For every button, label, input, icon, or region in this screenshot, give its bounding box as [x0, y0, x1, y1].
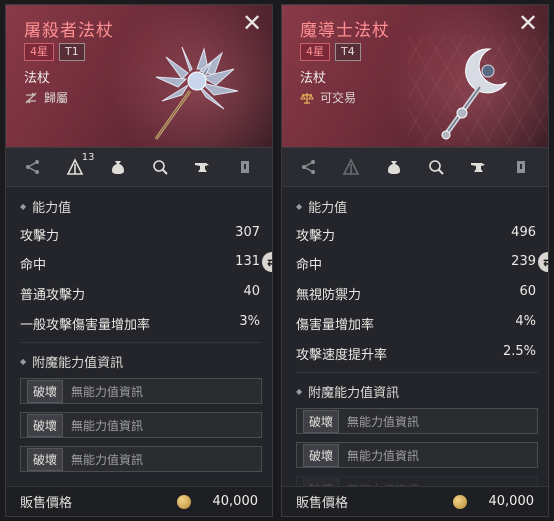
stat-row: 傷害量增加率 4%: [296, 314, 536, 333]
stat-row: 攻擊力 307: [20, 225, 260, 244]
stat-label: 攻擊力: [296, 229, 336, 244]
item-name: 屠殺者法杖: [24, 21, 114, 41]
coin-icon: [176, 494, 191, 509]
stat-value: 496: [511, 225, 536, 240]
trade-status: 歸屬: [24, 89, 68, 106]
enchant-text: 無能力值資訊: [71, 418, 144, 433]
scale-icon: [300, 92, 314, 104]
grade-badge: 4星: [300, 43, 330, 61]
stat-value: 60: [519, 284, 536, 299]
item-header: 屠殺者法杖 ✕ 4星 T1 法杖 歸屬: [6, 5, 272, 147]
enchant-tag: 破壞: [303, 409, 340, 433]
inspect-icon[interactable]: [149, 156, 171, 178]
enchant-section-title: ◆ 附魔能力值資訊: [20, 356, 124, 371]
stat-row: 普通攻擊力 40: [20, 284, 260, 303]
stat-label: 攻擊力: [20, 229, 60, 244]
item-name: 魔導士法杖: [300, 21, 390, 41]
stat-value: 4%: [515, 314, 536, 329]
anvil-icon[interactable]: [467, 156, 489, 178]
enchant-section-title: ◆ 附魔能力值資訊: [296, 386, 400, 401]
stat-value: 307: [235, 225, 260, 240]
sell-price: 40,000: [212, 494, 259, 509]
no-trade-icon: [25, 92, 37, 103]
item-header: 魔導士法杖 ✕ 4星 T4 法杖 可交易: [282, 5, 548, 147]
tier-badge: T4: [335, 43, 361, 61]
trade-status-label: 歸屬: [44, 91, 69, 105]
enchant-tag: 破壞: [27, 447, 64, 471]
sell-price: 40,000: [488, 494, 535, 509]
stat-label: 一般攻擊傷害量增加率: [20, 318, 151, 333]
stat-row: 命中 131: [20, 254, 260, 273]
item-tooltip-right: 魔導士法杖 ✕ 4星 T4 法杖 可交易 ◆能力值 攻擊力 496 命中 239 ⇄…: [281, 4, 549, 517]
close-icon[interactable]: ✕: [516, 11, 540, 35]
stat-label: 傷害量增加率: [296, 318, 375, 333]
enchant-slot: 破壞無能力值資訊: [20, 378, 262, 404]
pouch-icon[interactable]: [383, 156, 405, 178]
staff-image: [441, 48, 508, 140]
close-icon[interactable]: ✕: [240, 11, 264, 35]
stat-value: 3%: [239, 314, 260, 329]
stat-label: 命中: [296, 258, 323, 273]
compare-icon[interactable]: ⇄: [538, 252, 548, 272]
action-icon-bar: 13: [6, 147, 272, 187]
enchant-slot: 破壞無能力值資訊: [296, 442, 538, 468]
trade-status-label: 可交易: [320, 91, 357, 105]
stat-label: 命中: [20, 258, 47, 273]
share-icon[interactable]: [22, 156, 44, 178]
enchant-tag: 破壞: [27, 379, 64, 403]
stat-row: 攻擊速度提升率 2.5%: [296, 344, 536, 363]
stat-label: 普通攻擊力: [20, 288, 86, 303]
upgrade-icon[interactable]: 13: [64, 152, 94, 178]
stats-section-title: ◆ 能力值: [296, 201, 348, 216]
enchant-text: 無能力值資訊: [347, 414, 420, 429]
enchant-tag: 破壞: [27, 413, 64, 437]
enchant-slot: 破壞無能力值資訊: [20, 412, 262, 438]
sell-label: 販售價格: [296, 496, 349, 511]
item-tooltip-left: 屠殺者法杖 ✕ 4星 T1 法杖 歸屬 13 ◆ 能力值 攻擊力 307 命中 …: [5, 4, 273, 517]
enchant-tag: 破壞: [303, 443, 340, 467]
sell-price-bar: 販售價格 40,000: [6, 486, 272, 516]
enchant-text: 無能力值資訊: [71, 452, 144, 467]
upgrade-count: 13: [81, 152, 95, 163]
enchant-text: 無能力值資訊: [347, 448, 420, 463]
share-icon[interactable]: [298, 156, 320, 178]
stat-row: 攻擊力 496: [296, 225, 536, 244]
anvil-icon[interactable]: [191, 156, 213, 178]
coin-icon: [452, 494, 467, 509]
staff-image: [154, 46, 239, 140]
stat-label: 攻擊速度提升率: [296, 348, 388, 363]
upgrade-icon[interactable]: [340, 156, 362, 178]
action-icon-bar: [282, 147, 548, 187]
sell-label: 販售價格: [20, 496, 73, 511]
stat-label: 無視防禦力: [296, 288, 362, 303]
enchant-slot: 破壞無能力值資訊: [20, 446, 262, 472]
stat-value: 131: [235, 254, 260, 269]
tier-badge: T1: [59, 43, 85, 61]
stat-value: 2.5%: [502, 344, 536, 359]
enchant-slot: 破壞無能力值資訊: [296, 408, 538, 434]
stat-row: 一般攻擊傷害量增加率 3%: [20, 314, 260, 333]
inspect-icon[interactable]: [425, 156, 447, 178]
grade-badge: 4星: [24, 43, 54, 61]
lock-icon[interactable]: [234, 156, 256, 178]
sell-price-bar: 販售價格 40,000: [282, 486, 548, 516]
enchant-text: 無能力值資訊: [71, 384, 144, 399]
stats-section-title: ◆ 能力值: [20, 201, 72, 216]
lock-icon[interactable]: [510, 156, 532, 178]
stat-row: 命中 239: [296, 254, 536, 273]
item-type: 法杖: [24, 71, 51, 86]
stat-value: 40: [243, 284, 260, 299]
stat-row: 無視防禦力 60: [296, 284, 536, 303]
trade-status: 可交易: [300, 89, 356, 106]
pouch-icon[interactable]: [107, 156, 129, 178]
compare-icon[interactable]: ⇄: [262, 252, 272, 272]
item-type: 法杖: [300, 71, 327, 86]
stat-value: 239: [511, 254, 536, 269]
